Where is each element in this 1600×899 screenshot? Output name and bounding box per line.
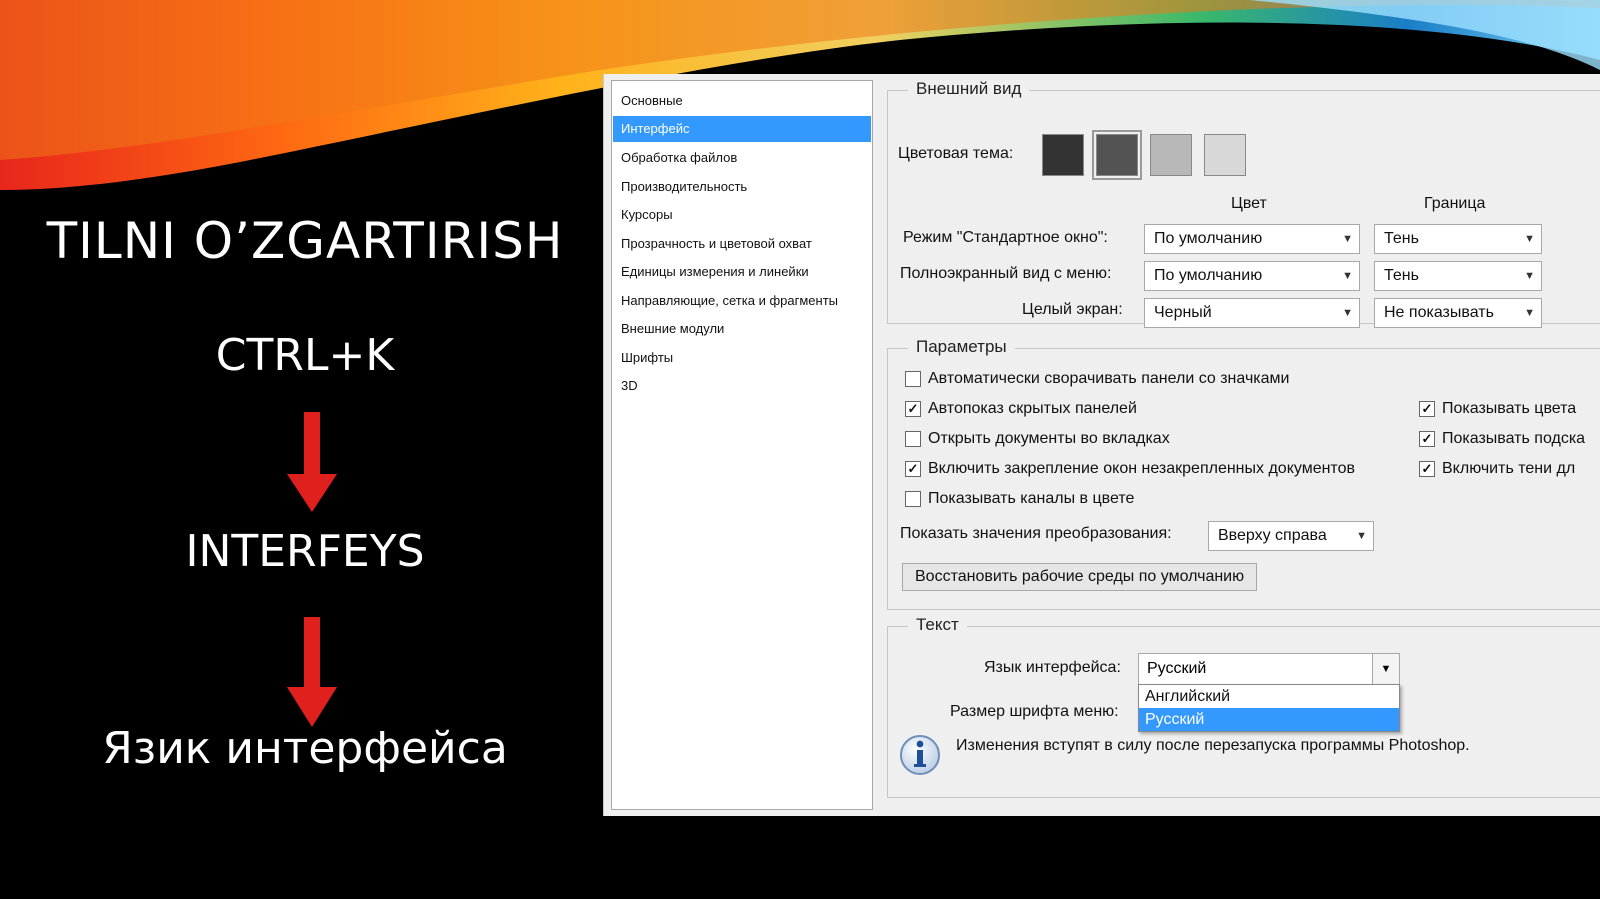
sidebar-item-interface[interactable]: Интерфейс	[613, 116, 871, 142]
chevron-down-icon: ▼	[1342, 307, 1353, 319]
language-option-english[interactable]: Английский	[1139, 685, 1399, 708]
show-colors-label: Показывать цвета	[1442, 400, 1577, 417]
standard-mode-label: Режим "Стандартное окно":	[903, 229, 1108, 246]
channels-in-color-checkbox[interactable]	[905, 491, 921, 507]
transform-values-label: Показать значения преобразования:	[900, 525, 1172, 542]
standard-mode-border-select[interactable]: Тень ▼	[1374, 224, 1542, 254]
theme-swatch-dark[interactable]	[1092, 130, 1142, 180]
step-interface-text: INTERFEYS	[185, 526, 425, 577]
theme-swatch-darkest[interactable]	[1042, 134, 1084, 176]
preferences-sidebar: Основные Интерфейс Обработка файлов Прои…	[611, 80, 873, 810]
channels-in-color-label: Показывать каналы в цвете	[928, 490, 1135, 507]
chevron-down-icon: ▼	[1342, 270, 1353, 282]
theme-swatch-light[interactable]	[1150, 134, 1192, 176]
text-group: Текст Язык интерфейса: Русский ▼ Английс…	[887, 615, 1600, 798]
sidebar-item-3d[interactable]: 3D	[613, 373, 871, 399]
slide-title: TILNI O’ZGARTIRISH	[46, 212, 564, 270]
restore-workspaces-button[interactable]: Восстановить рабочие среды по умолчанию	[902, 563, 1258, 591]
language-option-russian[interactable]: Русский	[1139, 708, 1399, 731]
transform-values-select[interactable]: Вверху справа ▼	[1208, 521, 1374, 551]
sidebar-item-type[interactable]: Шрифты	[613, 345, 871, 371]
chevron-down-icon: ▼	[1524, 270, 1535, 282]
chevron-down-icon[interactable]: ▼	[1372, 654, 1399, 684]
fullscreen-menu-label: Полноэкранный вид с меню:	[900, 265, 1112, 282]
parameters-group: Параметры Автоматически сворачивать пане…	[887, 337, 1600, 610]
open-in-tabs-checkbox[interactable]	[905, 431, 921, 447]
open-in-tabs-label: Открыть документы во вкладках	[928, 430, 1170, 447]
appearance-group: Внешний вид Цветовая тема: Цвет Граница …	[887, 79, 1600, 328]
sidebar-item-cursors[interactable]: Курсоры	[613, 202, 871, 228]
parameters-group-title: Параметры	[908, 337, 1015, 357]
show-colors-checkbox[interactable]: ✓	[1419, 401, 1435, 417]
step-language-text: Язик интерфейса	[102, 723, 508, 774]
chevron-down-icon: ▼	[1524, 233, 1535, 245]
sidebar-item-guides[interactable]: Направляющие, сетка и фрагменты	[613, 288, 871, 314]
text-group-title: Текст	[908, 615, 967, 635]
enable-shadows-label: Включить тени дл	[1442, 460, 1576, 477]
info-icon	[900, 735, 940, 775]
sidebar-item-general[interactable]: Основные	[613, 88, 871, 114]
sidebar-item-file-handling[interactable]: Обработка файлов	[613, 145, 871, 171]
chevron-down-icon: ▼	[1342, 233, 1353, 245]
auto-show-panels-label: Автопоказ скрытых панелей	[928, 400, 1137, 417]
appearance-group-title: Внешний вид	[908, 79, 1030, 99]
enable-shadows-checkbox[interactable]: ✓	[1419, 461, 1435, 477]
show-tooltips-checkbox[interactable]: ✓	[1419, 431, 1435, 447]
sidebar-item-transparency[interactable]: Прозрачность и цветовой охват	[613, 231, 871, 257]
sidebar-item-plugins[interactable]: Внешние модули	[613, 316, 871, 342]
down-arrow-icon	[287, 617, 337, 727]
standard-mode-color-select[interactable]: По умолчанию ▼	[1144, 224, 1360, 254]
interface-language-select[interactable]: Русский ▼	[1138, 653, 1400, 685]
shortcut-text: CTRL+K	[215, 330, 395, 381]
restart-info-text: Изменения вступят в силу после перезапус…	[956, 737, 1470, 754]
color-column-header: Цвет	[1231, 195, 1267, 212]
chevron-down-icon: ▼	[1524, 307, 1535, 319]
sidebar-item-performance[interactable]: Производительность	[613, 174, 871, 200]
down-arrow-icon	[287, 412, 337, 512]
menu-font-size-label: Размер шрифта меню:	[950, 703, 1119, 720]
language-dropdown-list: Английский Русский	[1138, 684, 1400, 732]
interface-language-label: Язык интерфейса:	[984, 659, 1121, 676]
sidebar-item-units[interactable]: Единицы измерения и линейки	[613, 259, 871, 285]
auto-collapse-checkbox[interactable]	[905, 371, 921, 387]
theme-swatch-lightest[interactable]	[1204, 134, 1246, 176]
enable-docking-checkbox[interactable]: ✓	[905, 461, 921, 477]
fullscreen-label: Целый экран:	[1022, 301, 1123, 318]
chevron-down-icon: ▼	[1356, 530, 1367, 542]
fullscreen-color-select[interactable]: Черный ▼	[1144, 298, 1360, 328]
fullscreen-menu-color-select[interactable]: По умолчанию ▼	[1144, 261, 1360, 291]
enable-docking-label: Включить закрепление окон незакрепленных…	[928, 460, 1355, 477]
fullscreen-menu-border-select[interactable]: Тень ▼	[1374, 261, 1542, 291]
fullscreen-border-select[interactable]: Не показывать ▼	[1374, 298, 1542, 328]
show-tooltips-label: Показывать подска	[1442, 430, 1586, 447]
auto-show-panels-checkbox[interactable]: ✓	[905, 401, 921, 417]
preferences-dialog: Основные Интерфейс Обработка файлов Прои…	[603, 74, 1600, 816]
color-theme-label: Цветовая тема:	[898, 145, 1014, 162]
auto-collapse-label: Автоматически сворачивать панели со знач…	[928, 370, 1290, 387]
border-column-header: Граница	[1424, 195, 1486, 212]
